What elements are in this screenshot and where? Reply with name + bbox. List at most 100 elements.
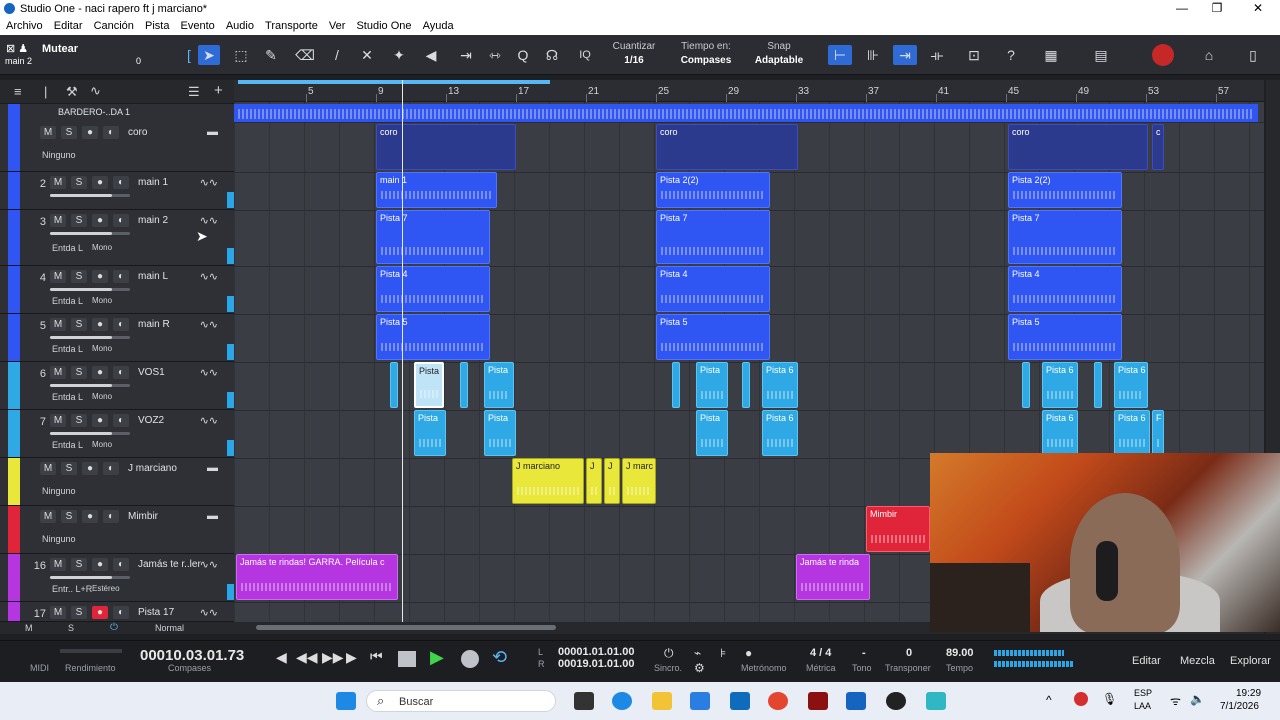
track-header-11[interactable]: 17 M S ● ◐ Pista 17 ∿∿: [0, 602, 234, 622]
browse-tab[interactable]: Explorar: [1230, 655, 1271, 667]
song-position[interactable]: 00010.03.01.73: [140, 647, 244, 664]
audio-clip[interactable]: [742, 362, 750, 408]
tray-arrow-icon[interactable]: ^: [1046, 693, 1052, 707]
mute-button[interactable]: M: [50, 558, 66, 571]
clock-time[interactable]: 19:29: [1236, 688, 1261, 699]
mute-button[interactable]: M: [50, 270, 66, 283]
left-locator[interactable]: 00001.01.01.00: [558, 646, 634, 658]
mute-button[interactable]: M: [40, 126, 56, 139]
track-header-4[interactable]: 4 M S ● ◐ main L ∿∿ Entda L Mono: [0, 266, 234, 314]
audio-clip[interactable]: Pista 4: [656, 266, 770, 312]
snap-to-grid-icon[interactable]: ⊢: [828, 45, 852, 65]
keyboard-layout[interactable]: LAA: [1134, 701, 1151, 711]
menu-studio-one[interactable]: Studio One: [350, 18, 411, 32]
audio-clip[interactable]: Pista: [696, 410, 728, 456]
track-input[interactable]: Entda L: [52, 392, 83, 402]
track-name[interactable]: VOS1: [138, 367, 165, 378]
monitor-button[interactable]: ◐: [103, 462, 119, 475]
mix-tab[interactable]: Mezcla: [1180, 655, 1215, 667]
audio-clip[interactable]: Pista 4: [1008, 266, 1122, 312]
track-name[interactable]: Pista 17: [138, 607, 174, 618]
monitor-button[interactable]: ◐: [113, 270, 129, 283]
track-name[interactable]: VOZ2: [138, 415, 164, 426]
track-channel-mode[interactable]: Mono: [92, 344, 112, 353]
track-header-8[interactable]: M S ● ◐ J marciano ▬ Ninguno: [0, 458, 234, 506]
microphone-icon[interactable]: 🎙: [1102, 692, 1117, 706]
audio-clip[interactable]: Pista 5: [376, 314, 490, 360]
record-arm-button[interactable]: ●: [82, 126, 98, 139]
audio-clip[interactable]: main 1: [376, 172, 497, 208]
capture-icon[interactable]: ⊡: [963, 45, 985, 65]
monitor-button[interactable]: ◐: [113, 606, 129, 619]
track-name[interactable]: J marciano: [128, 463, 177, 474]
power-icon[interactable]: ⏻: [110, 622, 118, 633]
track-channel-mode[interactable]: Estéreo: [92, 584, 120, 593]
maximize-button[interactable]: ❐: [1207, 1, 1227, 17]
selected-track-value[interactable]: 0: [136, 56, 141, 66]
volume-fader[interactable]: [50, 288, 130, 291]
outlook-icon[interactable]: [730, 692, 750, 710]
mute-button[interactable]: M: [50, 414, 66, 427]
monitor-button[interactable]: ◐: [113, 366, 129, 379]
audio-clip[interactable]: Pista 7: [1008, 210, 1122, 264]
obs-icon[interactable]: [886, 692, 906, 710]
record-arm-button[interactable]: ●: [82, 510, 98, 523]
range-tool-icon[interactable]: ⬚: [230, 45, 252, 65]
track-name[interactable]: main 1: [138, 177, 168, 188]
track-channel-mode[interactable]: Mono: [92, 296, 112, 305]
solo-button[interactable]: S: [71, 414, 87, 427]
timebase-value[interactable]: Compases: [674, 55, 738, 66]
solo-button[interactable]: S: [71, 214, 87, 227]
paint-tool-icon[interactable]: /: [326, 45, 348, 65]
layout-options-icon[interactable]: ▤: [1090, 45, 1112, 65]
waveform-icon[interactable]: ∿∿: [200, 270, 218, 283]
audio-clip[interactable]: Pista: [484, 410, 516, 456]
record-arm-button[interactable]: ●: [92, 558, 108, 571]
mode-select[interactable]: Normal: [155, 623, 184, 633]
record-arm-button[interactable]: ●: [92, 176, 108, 189]
mute-button[interactable]: M: [50, 606, 66, 619]
transpose-value[interactable]: 0: [906, 647, 912, 659]
play-icon[interactable]: ▶: [430, 647, 444, 668]
minimize-button[interactable]: —: [1172, 1, 1192, 17]
key-value[interactable]: -: [862, 647, 866, 659]
audio-clip[interactable]: c: [1152, 124, 1164, 170]
monitor-button[interactable]: ◐: [103, 510, 119, 523]
mute-tool-icon-2[interactable]: ✕: [356, 45, 378, 65]
audio-clip[interactable]: Pista 7: [656, 210, 770, 264]
menu-editar[interactable]: Editar: [48, 18, 83, 32]
audio-clip[interactable]: Pista 6: [762, 410, 798, 456]
volume-fader[interactable]: [50, 384, 130, 387]
mute-button[interactable]: M: [50, 366, 66, 379]
menu-audio[interactable]: Audio: [220, 18, 254, 32]
solo-button[interactable]: S: [61, 462, 77, 475]
mute-tool-icon[interactable]: ⊠ ♟: [6, 42, 28, 55]
audio-clip[interactable]: Pista 2(2): [656, 172, 770, 208]
track-header-9[interactable]: M S ● ◐ Mimbir ▬ Ninguno: [0, 506, 234, 554]
audio-clip[interactable]: Pista 2(2): [1008, 172, 1122, 208]
audio-clip[interactable]: Jamás te rindas! GARRA. Película c: [236, 554, 398, 600]
track-header-2[interactable]: 2 M S ● ◐ main 1 ∿∿: [0, 172, 234, 210]
add-track-icon[interactable]: +: [214, 82, 223, 99]
start-icon[interactable]: [336, 692, 356, 710]
stretch-tool-icon[interactable]: ⇿: [484, 45, 506, 65]
track-name[interactable]: Mimbir: [128, 511, 158, 522]
record-arm-button[interactable]: ●: [92, 366, 108, 379]
global-solo[interactable]: S: [68, 623, 74, 633]
track-input[interactable]: Entda L: [52, 344, 83, 354]
track-header-5[interactable]: 5 M S ● ◐ main R ∿∿ Entda L Mono: [0, 314, 234, 362]
track-input[interactable]: Entr.. L+R: [52, 584, 92, 594]
monitor-button[interactable]: ◐: [113, 318, 129, 331]
arrow-tool-icon[interactable]: ➤: [198, 45, 220, 65]
track-name[interactable]: main L: [138, 271, 168, 282]
waveform-icon[interactable]: ∿∿: [200, 366, 218, 379]
audio-clip[interactable]: Pista: [414, 362, 444, 408]
audio-clip[interactable]: Pista: [414, 410, 446, 456]
split-tool-icon[interactable]: ✎: [260, 45, 282, 65]
menu-transporte[interactable]: Transporte: [259, 18, 318, 32]
monitor-button[interactable]: ◐: [113, 214, 129, 227]
track-input[interactable]: Entda L: [52, 440, 83, 450]
tempo-value[interactable]: 89.00: [946, 647, 974, 659]
audio-clip[interactable]: [1094, 362, 1102, 408]
audio-clip[interactable]: coro: [376, 124, 516, 170]
